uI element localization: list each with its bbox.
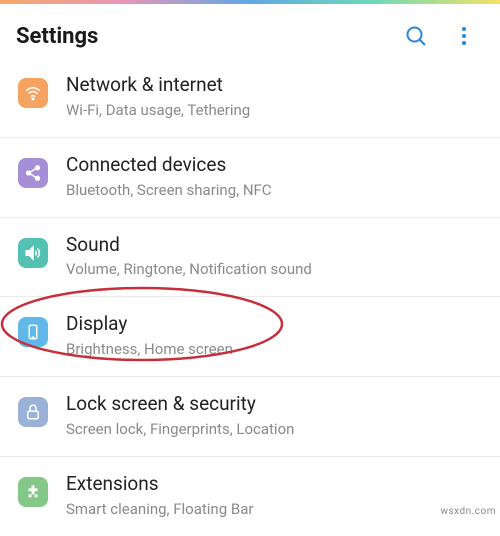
wifi-icon — [18, 78, 48, 108]
more-vertical-icon — [452, 24, 476, 48]
lock-icon — [18, 397, 48, 427]
item-title: Connected devices — [66, 154, 482, 177]
item-title: Extensions — [66, 473, 482, 496]
item-text: Display Brightness, Home screen — [66, 313, 482, 358]
watermark: wsxdn.com — [440, 506, 496, 517]
settings-item-display[interactable]: Display Brightness, Home screen — [0, 297, 500, 377]
settings-item-extensions[interactable]: Extensions Smart cleaning, Floating Bar — [0, 457, 500, 536]
page-title: Settings — [16, 24, 388, 49]
item-subtitle: Smart cleaning, Floating Bar — [66, 500, 482, 518]
app-header: Settings — [0, 4, 500, 68]
item-title: Sound — [66, 234, 482, 257]
settings-item-lock-security[interactable]: Lock screen & security Screen lock, Fing… — [0, 377, 500, 457]
share-icon — [18, 158, 48, 188]
item-title: Display — [66, 313, 482, 336]
search-icon — [404, 24, 428, 48]
item-subtitle: Brightness, Home screen — [66, 340, 482, 358]
item-subtitle: Bluetooth, Screen sharing, NFC — [66, 181, 482, 199]
item-subtitle: Volume, Ringtone, Notification sound — [66, 260, 482, 278]
item-title: Lock screen & security — [66, 393, 482, 416]
settings-item-connected-devices[interactable]: Connected devices Bluetooth, Screen shar… — [0, 138, 500, 218]
settings-list: Network & internet Wi-Fi, Data usage, Te… — [0, 68, 500, 536]
display-icon — [18, 317, 48, 347]
settings-item-sound[interactable]: Sound Volume, Ringtone, Notification sou… — [0, 218, 500, 298]
more-button[interactable] — [444, 16, 484, 56]
item-text: Sound Volume, Ringtone, Notification sou… — [66, 234, 482, 279]
sound-icon — [18, 238, 48, 268]
item-subtitle: Wi-Fi, Data usage, Tethering — [66, 101, 482, 119]
extension-icon — [18, 477, 48, 507]
item-subtitle: Screen lock, Fingerprints, Location — [66, 420, 482, 438]
item-text: Network & internet Wi-Fi, Data usage, Te… — [66, 74, 482, 119]
item-title: Network & internet — [66, 74, 482, 97]
item-text: Extensions Smart cleaning, Floating Bar — [66, 473, 482, 518]
settings-item-network[interactable]: Network & internet Wi-Fi, Data usage, Te… — [0, 68, 500, 138]
item-text: Lock screen & security Screen lock, Fing… — [66, 393, 482, 438]
item-text: Connected devices Bluetooth, Screen shar… — [66, 154, 482, 199]
search-button[interactable] — [396, 16, 436, 56]
